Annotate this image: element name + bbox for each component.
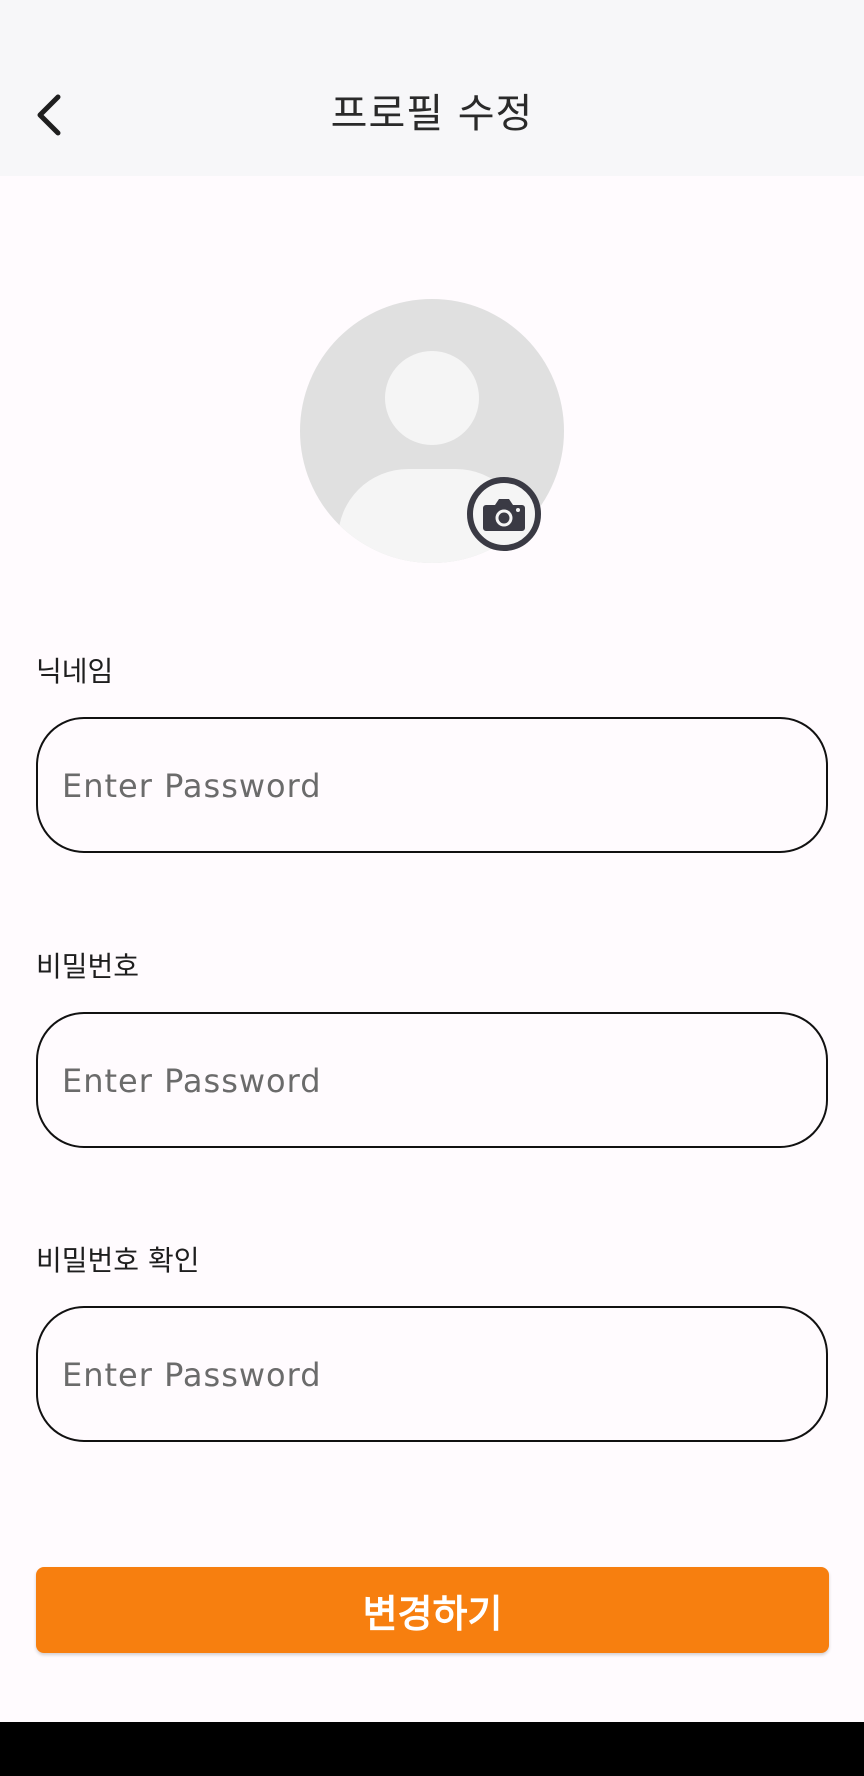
password-field[interactable] [36,1012,828,1148]
nickname-field[interactable] [36,717,828,853]
password-input[interactable] [60,1014,804,1148]
avatar-head-shape [385,351,479,445]
system-navigation-bar [0,1722,864,1776]
nickname-label: 닉네임 [36,655,114,688]
nickname-input[interactable] [60,719,804,853]
password-confirm-field[interactable] [36,1306,828,1442]
password-confirm-label: 비밀번호 확인 [36,1244,200,1277]
app-bar: 프로필 수정 [0,0,864,176]
submit-button[interactable]: 변경하기 [36,1567,829,1653]
password-label: 비밀번호 [36,950,140,983]
profile-avatar-section [300,299,564,563]
camera-icon [467,477,541,551]
password-confirm-input[interactable] [60,1308,804,1442]
page-title: 프로필 수정 [330,91,534,137]
change-photo-button[interactable] [466,476,542,552]
